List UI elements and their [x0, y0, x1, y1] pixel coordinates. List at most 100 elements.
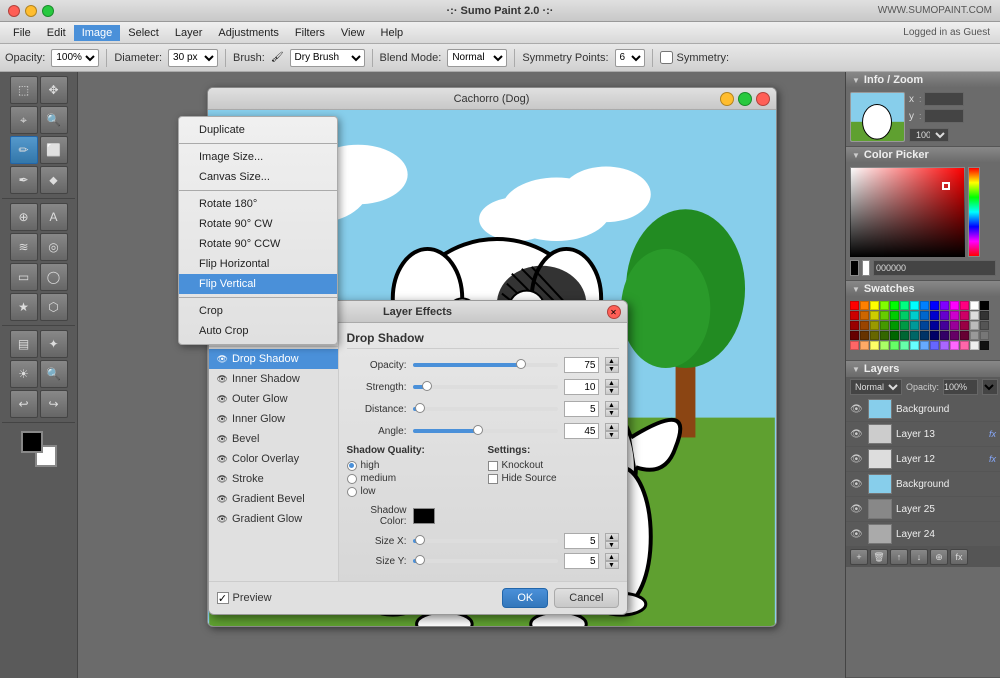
- text-tool[interactable]: A: [40, 203, 68, 231]
- shadow-color-picker[interactable]: [413, 508, 435, 524]
- menu-image[interactable]: Image: [74, 25, 121, 41]
- clone-tool[interactable]: ⊕: [10, 203, 38, 231]
- swatch-cell[interactable]: [870, 311, 879, 320]
- close-button[interactable]: [8, 5, 20, 17]
- menu-adjustments[interactable]: Adjustments: [210, 25, 287, 41]
- swatch-cell[interactable]: [870, 301, 879, 310]
- window-controls[interactable]: [8, 5, 54, 17]
- swatch-cell[interactable]: [910, 321, 919, 330]
- new-layer-btn[interactable]: +: [850, 549, 868, 565]
- knockout-checkbox[interactable]: [488, 461, 498, 471]
- menu-flip-horizontal[interactable]: Flip Horizontal: [179, 254, 337, 274]
- distance-slider-thumb[interactable]: [415, 403, 425, 413]
- strength-step-down[interactable]: ▼: [605, 387, 619, 395]
- swatch-cell[interactable]: [880, 311, 889, 320]
- star-tool[interactable]: ★: [10, 293, 38, 321]
- menu-auto-crop[interactable]: Auto Crop: [179, 321, 337, 341]
- preview-checkbox[interactable]: ✓: [217, 592, 229, 604]
- swatch-cell[interactable]: [880, 321, 889, 330]
- layer-visibility-icon[interactable]: 👁: [850, 504, 864, 515]
- select-tool[interactable]: ⬚: [10, 76, 38, 104]
- eraser-tool[interactable]: ⬜: [40, 136, 68, 164]
- undo-tool[interactable]: ↩: [10, 390, 38, 418]
- distance-slider[interactable]: [413, 407, 558, 411]
- pencil-tool[interactable]: ✒: [10, 166, 38, 194]
- swatch-cell[interactable]: [910, 341, 919, 350]
- menu-flip-vertical[interactable]: Flip Vertical: [179, 274, 337, 294]
- effects-tool[interactable]: ✦: [40, 330, 68, 358]
- size-y-step-down[interactable]: ▼: [605, 561, 619, 569]
- swatch-cell[interactable]: [920, 301, 929, 310]
- swatch-cell[interactable]: [920, 341, 929, 350]
- smudge-tool[interactable]: ≋: [10, 233, 38, 261]
- swatch-cell[interactable]: [960, 311, 969, 320]
- swatch-cell[interactable]: [980, 331, 989, 340]
- menu-select[interactable]: Select: [120, 25, 167, 41]
- swatch-cell[interactable]: [930, 341, 939, 350]
- layer-row[interactable]: 👁Layer 24: [846, 522, 1000, 547]
- swatch-cell[interactable]: [850, 301, 859, 310]
- canvas-window-buttons[interactable]: [720, 92, 770, 106]
- layer-visibility-icon[interactable]: 👁: [850, 429, 864, 440]
- blend-mode-select[interactable]: Normal: [447, 49, 507, 67]
- opacity-step-down[interactable]: ▼: [605, 365, 619, 373]
- burn-tool[interactable]: 🔍: [40, 360, 68, 388]
- layer-row[interactable]: 👁Background: [846, 472, 1000, 497]
- quality-high-radio[interactable]: [347, 461, 357, 471]
- swatch-cell[interactable]: [920, 311, 929, 320]
- angle-value-input[interactable]: [564, 423, 599, 439]
- swatch-cell[interactable]: [940, 321, 949, 330]
- menu-canvas-size[interactable]: Canvas Size...: [179, 167, 337, 187]
- layer-fx-btn[interactable]: fx: [950, 549, 968, 565]
- zoom-tool[interactable]: 🔍: [40, 106, 68, 134]
- x-coord-input[interactable]: [924, 92, 964, 106]
- brush-select[interactable]: Dry Brush: [290, 49, 365, 67]
- swatch-cell[interactable]: [960, 301, 969, 310]
- swatch-cell[interactable]: [970, 341, 979, 350]
- fg-bg-swatches[interactable]: [21, 431, 57, 467]
- swatch-cell[interactable]: [950, 301, 959, 310]
- merge-layer-btn[interactable]: ⊕: [930, 549, 948, 565]
- swatch-cell[interactable]: [900, 341, 909, 350]
- swatch-cell[interactable]: [970, 311, 979, 320]
- menu-duplicate[interactable]: Duplicate: [179, 120, 337, 140]
- size-x-stepper[interactable]: ▲ ▼: [605, 533, 619, 549]
- opacity-slider[interactable]: [413, 363, 558, 367]
- swatch-cell[interactable]: [900, 301, 909, 310]
- size-x-slider[interactable]: [413, 539, 558, 543]
- swatch-cell[interactable]: [970, 321, 979, 330]
- swatch-cell[interactable]: [880, 301, 889, 310]
- menu-layer[interactable]: Layer: [167, 25, 211, 41]
- swatch-cell[interactable]: [960, 341, 969, 350]
- swatch-cell[interactable]: [860, 311, 869, 320]
- swatch-cell[interactable]: [940, 331, 949, 340]
- effect-outer-glow[interactable]: 👁 Outer Glow: [209, 389, 338, 409]
- swatch-cell[interactable]: [890, 321, 899, 330]
- foreground-color-swatch[interactable]: [21, 431, 43, 453]
- menu-file[interactable]: File: [5, 25, 39, 41]
- effect-inner-glow[interactable]: 👁 Inner Glow: [209, 409, 338, 429]
- swatch-cell[interactable]: [860, 331, 869, 340]
- layer-visibility-icon[interactable]: 👁: [850, 479, 864, 490]
- menu-edit[interactable]: Edit: [39, 25, 74, 41]
- brush-tool[interactable]: ✏: [10, 136, 38, 164]
- dialog-close-button[interactable]: ✕: [607, 305, 621, 319]
- size-y-stepper[interactable]: ▲ ▼: [605, 553, 619, 569]
- swatch-cell[interactable]: [870, 341, 879, 350]
- delete-layer-btn[interactable]: 🗑: [870, 549, 888, 565]
- swatch-cell[interactable]: [860, 321, 869, 330]
- size-y-slider-thumb[interactable]: [415, 555, 425, 565]
- size-x-value-input[interactable]: [564, 533, 599, 549]
- swatch-cell[interactable]: [940, 341, 949, 350]
- move-layer-up-btn[interactable]: ↑: [890, 549, 908, 565]
- opacity-slider-thumb[interactable]: [516, 359, 526, 369]
- menu-rotate-ccw[interactable]: Rotate 90° CCW: [179, 234, 337, 254]
- move-tool[interactable]: ✥: [40, 76, 68, 104]
- canvas-maximize-btn[interactable]: [738, 92, 752, 106]
- zoom-select[interactable]: 100 %: [909, 128, 949, 142]
- y-coord-input[interactable]: [924, 109, 964, 123]
- layer-row[interactable]: 👁Layer 12fx: [846, 447, 1000, 472]
- fill-tool[interactable]: ⬥: [40, 166, 68, 194]
- strength-slider-thumb[interactable]: [422, 381, 432, 391]
- bg-color-preview[interactable]: [862, 260, 871, 276]
